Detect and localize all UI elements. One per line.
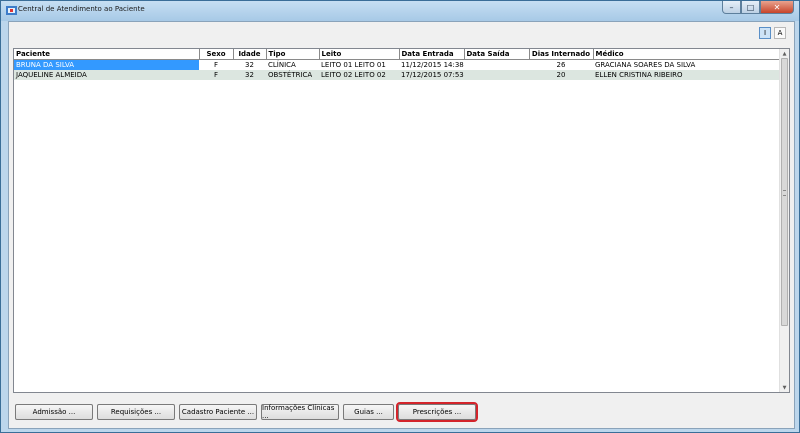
cell-data-saida[interactable] (464, 70, 529, 80)
col-sexo[interactable]: Sexo (199, 49, 234, 60)
scroll-thumb[interactable] (781, 58, 788, 326)
cell-paciente[interactable]: BRUNA DA SILVA (14, 59, 199, 70)
col-paciente[interactable]: Paciente (14, 49, 200, 60)
grip-icon (783, 190, 786, 196)
cell-data-entrada[interactable]: 17/12/2015 07:53 (399, 70, 464, 80)
cadastro-paciente-button[interactable]: Cadastro Paciente ... (179, 404, 257, 420)
cell-sexo[interactable]: F (199, 59, 233, 70)
cell-tipo[interactable]: CLÍNICA (266, 59, 319, 70)
cell-medico[interactable]: GRACIANA SOARES DA SILVA (593, 59, 781, 70)
cell-paciente[interactable]: JAQUELINE ALMEIDA (14, 70, 199, 80)
col-data-saida[interactable]: Data Saída (464, 49, 530, 60)
toggle-i-button[interactable]: I (759, 27, 771, 39)
col-medico[interactable]: Médico (593, 49, 782, 60)
patients-table: Paciente Sexo Idade Tipo Leito Data Entr… (14, 49, 782, 80)
maximize-icon[interactable]: □ (741, 1, 760, 14)
toggle-a-button[interactable]: A (774, 27, 786, 39)
table-row[interactable]: BRUNA DA SILVA F 32 CLÍNICA LEITO 01 LEI… (14, 59, 781, 70)
window-title: Central de Atendimento ao Paciente (18, 5, 145, 13)
cell-idade[interactable]: 32 (233, 70, 266, 80)
cell-idade[interactable]: 32 (233, 59, 266, 70)
scroll-up-icon[interactable]: ▲ (780, 49, 789, 58)
app-window: Central de Atendimento ao Paciente – □ ✕… (0, 0, 800, 433)
minimize-icon[interactable]: – (722, 1, 741, 14)
scroll-down-icon[interactable]: ▼ (780, 383, 789, 392)
cell-leito[interactable]: LEITO 02 LEITO 02 (319, 70, 399, 80)
cell-data-saida[interactable] (464, 59, 529, 70)
col-dias-internado[interactable]: Dias Internado (529, 49, 594, 60)
table-row[interactable]: JAQUELINE ALMEIDA F 32 OBSTÉTRICA LEITO … (14, 70, 781, 80)
window-controls: – □ ✕ (722, 1, 794, 15)
close-icon[interactable]: ✕ (760, 1, 794, 14)
guias-button[interactable]: Guias ... (343, 404, 394, 420)
cell-leito[interactable]: LEITO 01 LEITO 01 (319, 59, 399, 70)
prescricoes-button[interactable]: Prescrições ... (396, 402, 478, 422)
requisicoes-button[interactable]: Requisições ... (97, 404, 175, 420)
title-bar[interactable]: Central de Atendimento ao Paciente – □ ✕ (1, 1, 799, 21)
table-header: Paciente Sexo Idade Tipo Leito Data Entr… (14, 49, 782, 60)
cell-sexo[interactable]: F (199, 70, 233, 80)
col-idade[interactable]: Idade (233, 49, 267, 60)
admissao-button[interactable]: Admissão ... (15, 404, 93, 420)
col-data-entrada[interactable]: Data Entrada (399, 49, 465, 60)
main-panel: I A Paciente Sexo Idade Tipo Leito Data … (8, 21, 795, 429)
cell-dias-internado[interactable]: 26 (529, 59, 593, 70)
informacoes-clinicas-button[interactable]: Informações Clínicas ... (261, 404, 339, 420)
col-tipo[interactable]: Tipo (266, 49, 320, 60)
col-leito[interactable]: Leito (319, 49, 400, 60)
patients-grid: Paciente Sexo Idade Tipo Leito Data Entr… (13, 48, 790, 393)
cell-tipo[interactable]: OBSTÉTRICA (266, 70, 319, 80)
cell-data-entrada[interactable]: 11/12/2015 14:38 (399, 59, 464, 70)
cell-medico[interactable]: ELLEN CRISTINA RIBEIRO (593, 70, 781, 80)
cell-dias-internado[interactable]: 20 (529, 70, 593, 80)
vertical-scrollbar[interactable]: ▲ ▼ (779, 49, 789, 392)
app-icon (6, 6, 17, 15)
